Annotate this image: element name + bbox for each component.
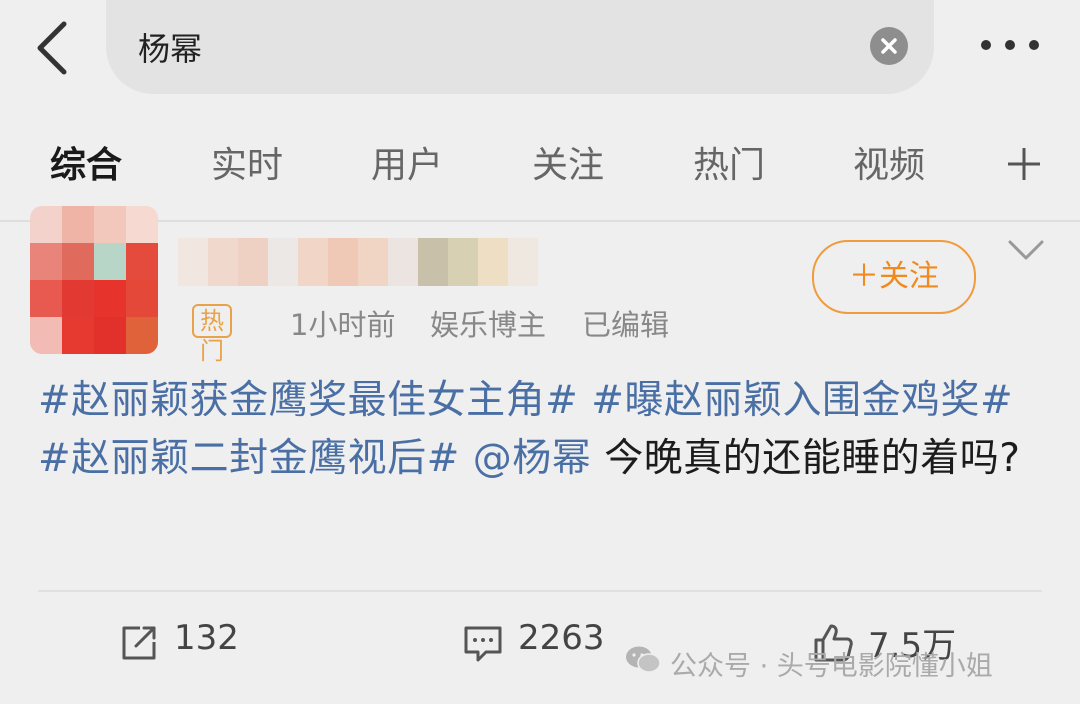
hot-badge: 热门 — [192, 304, 232, 365]
actions-divider — [38, 590, 1042, 592]
share-icon — [122, 626, 156, 660]
search-tabs: 综合 实时 用户 关注 热门 视频 — [0, 136, 1080, 196]
hashtag-link[interactable]: #赵丽颖二封金鹰视后# — [38, 436, 460, 481]
post-body-text: 今晚真的还能睡的着吗? — [604, 436, 1021, 481]
watermark-text: 公众号 · 头号电影院懂小姐 — [670, 651, 993, 682]
close-icon — [881, 38, 897, 54]
mention-link[interactable]: @杨幂 — [473, 436, 592, 481]
author-name[interactable] — [178, 232, 538, 292]
tab-video[interactable]: 视频 — [853, 136, 925, 188]
chevron-left-icon — [37, 21, 67, 75]
avatar[interactable] — [30, 206, 158, 354]
search-input[interactable]: 杨幂 — [106, 0, 934, 94]
share-count: 132 — [174, 618, 239, 658]
author-role: 娱乐博主 — [430, 308, 547, 342]
follow-button[interactable]: ＋关注 — [812, 240, 976, 314]
tab-following[interactable]: 关注 — [532, 136, 604, 188]
hashtag-link[interactable]: #曝赵丽颖入围金鸡奖# — [591, 378, 1013, 423]
comment-icon — [464, 626, 502, 662]
wechat-icon — [626, 646, 661, 673]
back-button[interactable] — [30, 18, 74, 78]
chevron-down-icon — [1008, 240, 1044, 260]
edited-label: 已编辑 — [582, 308, 670, 342]
plus-icon — [1008, 148, 1040, 180]
tab-comprehensive[interactable]: 综合 — [50, 136, 122, 188]
hashtag-link[interactable]: #赵丽颖获金鹰奖最佳女主角# — [38, 378, 578, 423]
clear-search-button[interactable] — [870, 27, 908, 65]
tab-realtime[interactable]: 实时 — [211, 136, 283, 188]
tab-users[interactable]: 用户 — [371, 136, 443, 188]
comment-count: 2263 — [518, 618, 605, 658]
more-options-button[interactable] — [978, 30, 1042, 60]
add-tab-button[interactable] — [1004, 136, 1044, 192]
tabs-divider — [0, 220, 1080, 222]
post-menu-button[interactable] — [1006, 234, 1046, 268]
post-time: 1小时前 — [290, 308, 396, 342]
search-query-text: 杨幂 — [138, 30, 203, 68]
tab-hot[interactable]: 热门 — [693, 136, 765, 188]
post-content: #赵丽颖获金鹰奖最佳女主角# #曝赵丽颖入围金鸡奖# #赵丽颖二封金鹰视后# @… — [38, 372, 1048, 488]
more-dots-icon — [981, 40, 1039, 50]
